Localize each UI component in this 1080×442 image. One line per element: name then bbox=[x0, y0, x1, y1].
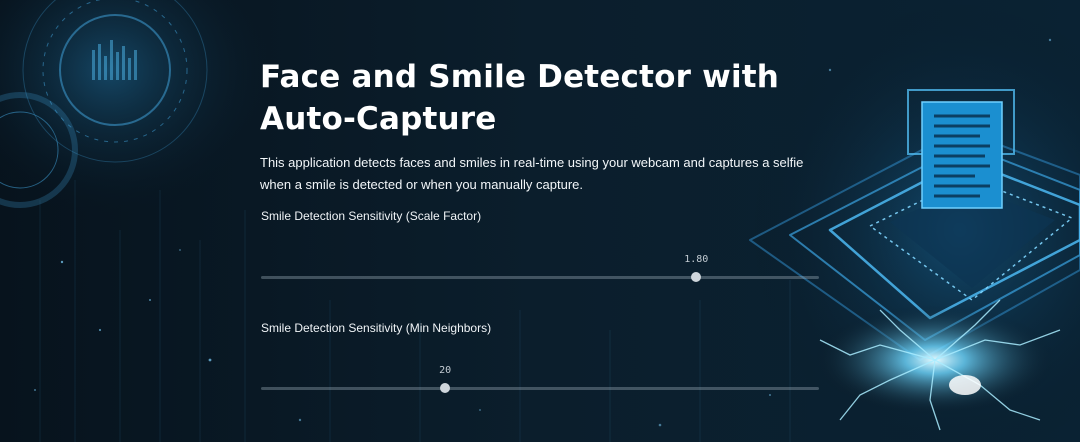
slider-value: 1.80 bbox=[684, 254, 709, 265]
page-title: Face and Smile Detector with Auto-Captur… bbox=[260, 59, 780, 137]
slider-value: 20 bbox=[439, 365, 452, 376]
document-icon bbox=[907, 89, 1015, 209]
slider-thumb[interactable] bbox=[691, 272, 702, 282]
slider-track[interactable] bbox=[261, 387, 819, 390]
main-content: Face and Smile Detector with Auto-Captur… bbox=[260, 56, 820, 196]
scale-factor-slider[interactable]: 1.80 bbox=[261, 254, 819, 292]
slider-track[interactable] bbox=[261, 276, 819, 279]
page-description: This application detects faces and smile… bbox=[260, 155, 804, 192]
scale-factor-slider-label: Smile Detection Sensitivity (Scale Facto… bbox=[261, 209, 482, 223]
min-neighbors-slider-label: Smile Detection Sensitivity (Min Neighbo… bbox=[261, 321, 492, 335]
min-neighbors-slider[interactable]: 20 bbox=[261, 365, 819, 403]
slider-thumb[interactable] bbox=[440, 383, 451, 393]
